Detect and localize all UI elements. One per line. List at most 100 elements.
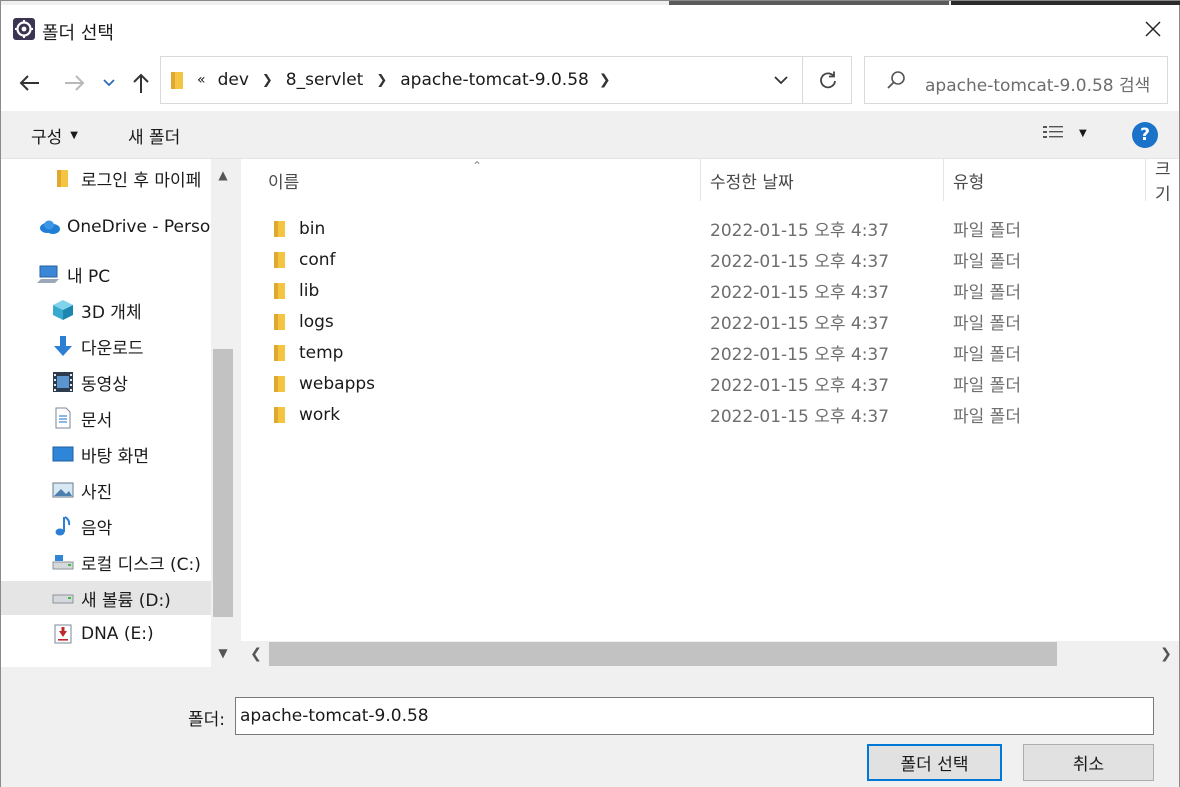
arrow-left-icon: [19, 75, 39, 91]
folder-name-input[interactable]: [235, 697, 1154, 735]
help-icon: ?: [1140, 125, 1150, 145]
breadcrumb-8-servlet[interactable]: 8_servlet: [286, 70, 364, 90]
app-icon: [13, 18, 35, 40]
change-view-button[interactable]: ▼: [1041, 123, 1087, 143]
column-header-size[interactable]: 크기: [1155, 159, 1179, 201]
file-type: 파일 폴더: [953, 221, 1021, 241]
chevron-right-icon[interactable]: ❯: [262, 73, 273, 88]
nav-scrollbar[interactable]: ▲ ▼: [211, 159, 235, 667]
close-button[interactable]: [1133, 11, 1173, 47]
column-divider[interactable]: [700, 159, 701, 201]
file-modified: 2022-01-15 오후 4:37: [710, 407, 890, 427]
breadcrumb-overflow[interactable]: «: [197, 72, 206, 88]
nav-scrollbar-thumb[interactable]: [213, 349, 233, 617]
organize-button[interactable]: 구성 ▼: [31, 123, 78, 148]
address-bar[interactable]: « dev ❯ 8_servlet ❯ apache-tomcat-9.0.58…: [160, 56, 852, 104]
folder-icon: [274, 282, 285, 299]
file-modified: 2022-01-15 오후 4:37: [710, 314, 890, 334]
nav-item-drive-e[interactable]: DNA (E:): [51, 617, 211, 651]
up-button[interactable]: [126, 69, 156, 97]
nav-item-downloads[interactable]: 다운로드: [51, 329, 211, 363]
column-header-label: 수정한 날짜: [710, 172, 794, 193]
drive-c-icon: [51, 550, 75, 574]
usb-drive-icon: [51, 622, 75, 646]
column-divider[interactable]: [1145, 159, 1146, 201]
nav-item-desktop[interactable]: 바탕 화면: [51, 437, 211, 471]
column-header-type[interactable]: 유형: [953, 159, 984, 201]
breadcrumb-dev[interactable]: dev: [218, 70, 249, 90]
folder-field-label: 폴더:: [188, 710, 226, 730]
search-input[interactable]: apache-tomcat-9.0.58 검색: [864, 56, 1168, 104]
title-bar: 폴더 선택: [1, 5, 1179, 55]
close-icon: [1145, 21, 1161, 37]
horizontal-scrollbar-thumb[interactable]: [269, 642, 1057, 666]
file-modified: 2022-01-15 오후 4:37: [710, 345, 890, 365]
file-type: 파일 폴더: [953, 314, 1021, 334]
nav-item-videos[interactable]: 동영상: [51, 365, 211, 399]
chevron-down-icon: [774, 75, 788, 84]
file-name: bin: [299, 218, 326, 239]
breadcrumb-apache-tomcat[interactable]: apache-tomcat-9.0.58: [400, 70, 589, 90]
table-row[interactable]: webapps 2022-01-15 오후 4:37 파일 폴더: [241, 368, 1179, 399]
chevron-left-icon[interactable]: ❮: [243, 641, 269, 667]
nav-item-drive-c[interactable]: 로컬 디스크 (C:): [51, 545, 211, 579]
caret-down-icon[interactable]: ▼: [1079, 128, 1087, 139]
recent-locations-button[interactable]: [97, 69, 121, 97]
window-title: 폴더 선택: [42, 23, 114, 44]
search-icon: [887, 71, 905, 89]
nav-item-label: 로컬 디스크 (C:): [81, 554, 201, 575]
drive-d-icon: [51, 586, 75, 610]
chevron-up-icon[interactable]: ▲: [211, 163, 235, 187]
table-row[interactable]: lib 2022-01-15 오후 4:37 파일 폴더: [241, 275, 1179, 306]
nav-item-label: 음악: [81, 518, 113, 539]
nav-item-music[interactable]: 음악: [51, 509, 211, 543]
table-row[interactable]: temp 2022-01-15 오후 4:37 파일 폴더: [241, 337, 1179, 368]
nav-item-documents[interactable]: 문서: [51, 401, 211, 435]
nav-item-quick-folder[interactable]: 로그인 후 마이페: [51, 161, 211, 195]
nav-item-3d-objects[interactable]: 3D 개체: [51, 293, 211, 327]
nav-item-this-pc[interactable]: 내 PC: [37, 257, 211, 291]
navigation-pane: 로그인 후 마이페 OneDrive - Persor 내 PC 3D 개체 다…: [1, 159, 235, 667]
select-folder-label: 폴더 선택: [900, 755, 969, 775]
file-name: lib: [299, 280, 320, 301]
file-modified: 2022-01-15 오후 4:37: [710, 283, 890, 303]
table-row[interactable]: work 2022-01-15 오후 4:37 파일 폴더: [241, 399, 1179, 430]
chevron-down-icon[interactable]: ▼: [211, 641, 235, 665]
cancel-button[interactable]: 취소: [1023, 744, 1154, 781]
nav-item-onedrive[interactable]: OneDrive - Persor: [37, 210, 211, 244]
video-icon: [51, 370, 75, 394]
sort-ascending-icon: ⌃: [472, 159, 483, 173]
address-row: « dev ❯ 8_servlet ❯ apache-tomcat-9.0.58…: [1, 55, 1179, 111]
column-header-modified[interactable]: 수정한 날짜: [710, 159, 794, 201]
table-row[interactable]: bin 2022-01-15 오후 4:37 파일 폴더: [241, 213, 1179, 244]
select-folder-button[interactable]: 폴더 선택: [867, 744, 1002, 781]
folder-icon: [274, 375, 285, 392]
help-button[interactable]: ?: [1132, 122, 1158, 148]
refresh-button[interactable]: [802, 57, 852, 103]
back-button[interactable]: [15, 69, 45, 97]
chevron-right-icon[interactable]: ❯: [376, 73, 387, 88]
3d-objects-icon: [51, 298, 75, 322]
chevron-right-icon[interactable]: ❯: [599, 72, 611, 88]
nav-item-label: 사진: [81, 482, 113, 503]
file-name: logs: [299, 311, 334, 332]
horizontal-scrollbar[interactable]: ❮ ❯: [241, 641, 1179, 667]
nav-item-label: 새 볼륨 (D:): [81, 590, 171, 611]
column-divider[interactable]: [943, 159, 944, 201]
nav-item-pictures[interactable]: 사진: [51, 473, 211, 507]
new-folder-button[interactable]: 새 폴더: [128, 123, 180, 148]
table-row[interactable]: logs 2022-01-15 오후 4:37 파일 폴더: [241, 306, 1179, 337]
details-view-icon: [1043, 126, 1063, 138]
address-dropdown-button[interactable]: [761, 57, 801, 103]
download-icon: [51, 334, 75, 358]
column-header-name[interactable]: 이름: [268, 159, 299, 201]
nav-item-label: 내 PC: [67, 266, 111, 287]
nav-item-label: 다운로드: [81, 338, 144, 359]
new-folder-label: 새 폴더: [128, 128, 181, 148]
folder-icon: [274, 220, 285, 237]
folder-icon: [274, 406, 285, 423]
table-row[interactable]: conf 2022-01-15 오후 4:37 파일 폴더: [241, 244, 1179, 275]
nav-item-drive-d[interactable]: 새 볼륨 (D:): [1, 581, 211, 615]
chevron-right-icon[interactable]: ❯: [1153, 641, 1179, 667]
forward-button[interactable]: [59, 69, 89, 97]
